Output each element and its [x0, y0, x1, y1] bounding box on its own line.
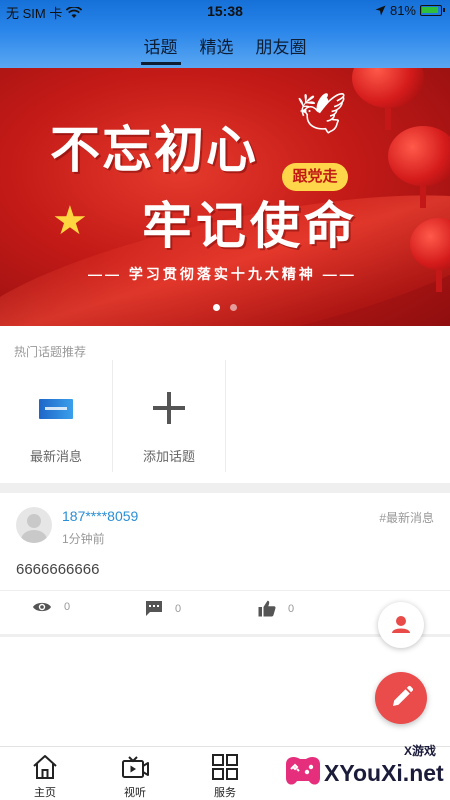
topic-label: 最新消息: [29, 449, 82, 464]
grid-icon: [212, 754, 238, 780]
nav-video[interactable]: 视听: [90, 747, 180, 800]
section-divider: [0, 483, 450, 493]
view-count: 0: [64, 601, 71, 613]
post-topic-tag[interactable]: #最新消息: [379, 509, 434, 526]
post-divider: [0, 590, 450, 591]
header: 无 SIM 卡 15:38 81% 话题 精选 朋友圈: [0, 0, 450, 68]
topic-add[interactable]: 添加话题: [113, 360, 226, 472]
hot-topics-title: 热门话题推荐: [14, 345, 87, 359]
banner-headline-1: 不忘初心: [50, 120, 258, 179]
nav-home[interactable]: 主页: [0, 747, 90, 800]
post-timestamp: 1分钟前: [62, 532, 105, 546]
comment-icon: [146, 601, 162, 616]
compose-fab[interactable]: [375, 672, 427, 724]
like-count: 0: [288, 602, 295, 615]
carousel-dot[interactable]: [213, 304, 220, 311]
carousel-dots: [0, 304, 450, 311]
plus-icon: [153, 392, 185, 424]
hot-topics-grid: 最新消息 添加话题: [0, 360, 450, 472]
battery-percent: 81%: [389, 3, 416, 18]
status-bar: 无 SIM 卡 15:38 81%: [0, 0, 450, 22]
post-content: 6666666666: [16, 561, 100, 578]
tab-featured[interactable]: 精选: [200, 33, 234, 64]
lantern-decoration: [388, 126, 450, 208]
like-stat[interactable]: 0: [258, 600, 294, 617]
site-watermark: X游戏 XYouXi.net: [280, 738, 450, 800]
banner-subtitle: —— 学习贯彻落实十九大精神 ——: [88, 266, 357, 282]
user-icon: [392, 616, 410, 633]
battery-icon: [420, 5, 445, 16]
profile-fab[interactable]: [378, 602, 424, 648]
location-arrow-icon: [375, 5, 386, 16]
video-icon: [122, 756, 149, 778]
lantern-decoration: [352, 68, 424, 130]
home-icon: [33, 755, 57, 779]
dove-icon: 🕊: [296, 92, 347, 136]
status-right: 81%: [375, 3, 445, 18]
pencil-icon: [393, 685, 414, 706]
tab-moments[interactable]: 朋友圈: [256, 33, 307, 64]
topic-label: 添加话题: [142, 449, 195, 464]
avatar[interactable]: [16, 507, 52, 543]
news-thumbnail-icon: [39, 399, 73, 419]
post-username[interactable]: 187****8059: [62, 508, 138, 524]
thumbs-up-icon: [258, 600, 276, 617]
eye-icon: [33, 602, 51, 612]
banner-carousel[interactable]: 🕊 不忘初心 跟党走 ★ 牢记使命 —— 学习贯彻落实十九大精神 ——: [0, 68, 450, 326]
star-icon: ★: [52, 199, 88, 243]
watermark-top-text: X游戏: [404, 744, 437, 758]
top-tabs: 话题 精选 朋友圈: [0, 33, 450, 65]
nav-services[interactable]: 服务: [180, 747, 270, 800]
comment-stat[interactable]: 0: [145, 600, 181, 617]
view-stat[interactable]: 0: [32, 600, 70, 614]
gamepad-logo-icon: [286, 756, 320, 785]
app-screen: 无 SIM 卡 15:38 81% 话题 精选 朋友圈 🕊 不忘初心 跟党走 ★…: [0, 0, 450, 800]
nav-home-label: 主页: [34, 787, 56, 799]
banner-headline-2: 牢记使命: [142, 196, 358, 255]
tab-topics[interactable]: 话题: [140, 33, 181, 65]
nav-services-label: 服务: [214, 787, 236, 799]
nav-video-label: 视听: [124, 787, 146, 799]
topic-latest-news[interactable]: 最新消息: [0, 360, 113, 472]
watermark-text: XYouXi.net: [324, 760, 444, 786]
carousel-dot[interactable]: [230, 304, 237, 311]
comment-count: 0: [175, 602, 182, 615]
